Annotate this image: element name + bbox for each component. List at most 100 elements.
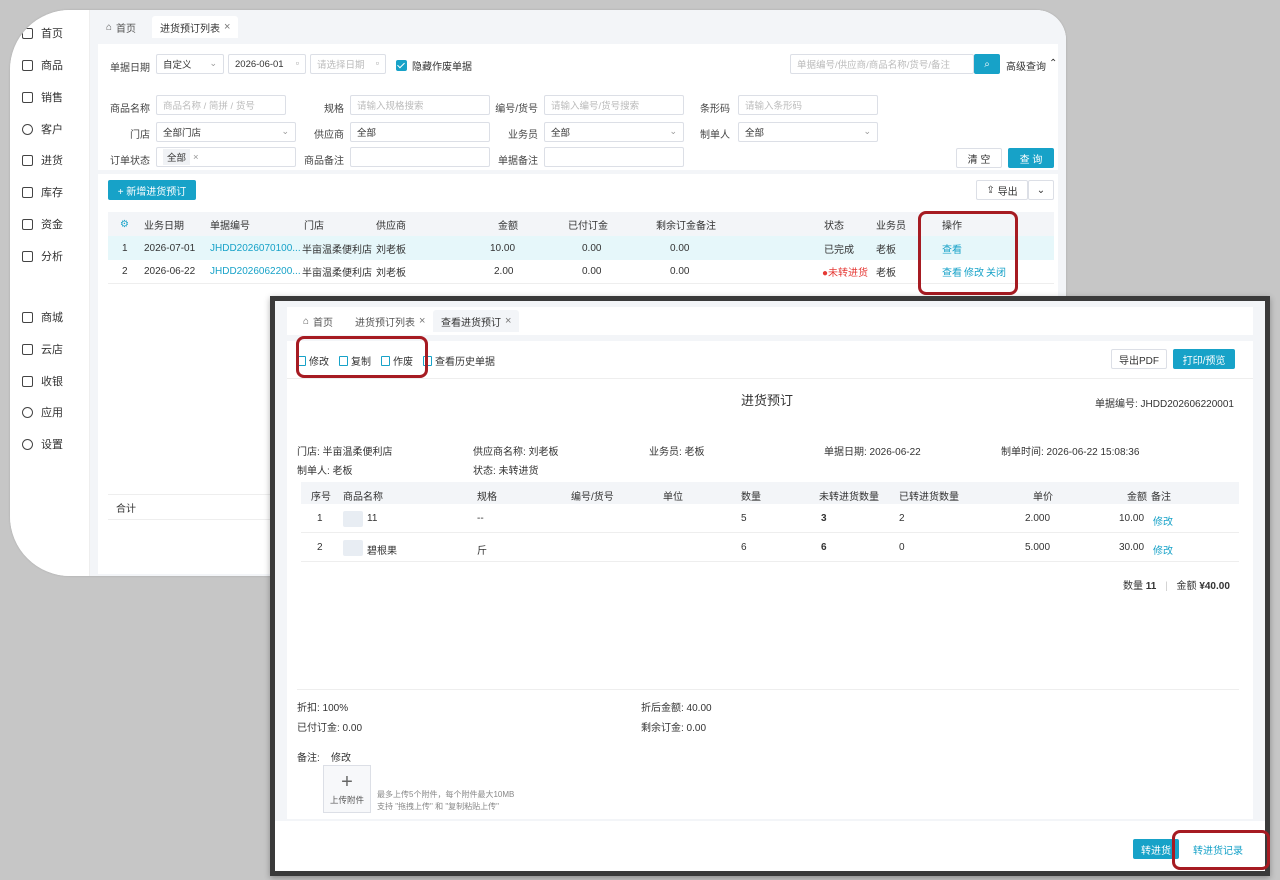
row-supplier: 刘老板 — [376, 268, 406, 279]
print-preview-button[interactable]: 打印/预览 — [1173, 349, 1235, 369]
home-icon — [22, 27, 33, 39]
tab-purchase-order-list[interactable]: 进货预订列表 × — [152, 16, 239, 38]
code-label: 编号/货号 — [495, 104, 538, 115]
sidebar-item-funds[interactable]: 资金 — [22, 215, 63, 233]
highlight-conversion-record — [1172, 830, 1270, 870]
info-supplier: 供应商名称: 刘老板 — [473, 447, 559, 458]
tab-view-purchase-order[interactable]: 查看进货预订 × — [433, 310, 520, 332]
add-purchase-order-button[interactable]: + 新增进货预订 — [108, 180, 196, 200]
row-goods-name: 碧根果 — [367, 546, 397, 557]
close-icon[interactable]: × — [419, 315, 425, 327]
maker-select[interactable]: 全部 ⌄ — [738, 122, 878, 142]
th-date: 业务日期 — [144, 220, 184, 232]
sidebar-item-analysis[interactable]: 分析 — [22, 247, 63, 265]
note-edit-link[interactable]: 修改 — [331, 749, 351, 764]
start-date-input[interactable]: 2026-06-01 ▫ — [228, 54, 306, 74]
row-untransferred: 6 — [821, 542, 827, 553]
th-note: 备注 — [1151, 492, 1171, 503]
spec-input[interactable]: 请输入规格搜索 — [350, 95, 490, 115]
search-icon: ⌕ — [984, 58, 990, 70]
advanced-query-toggle[interactable]: 高级查询 ⌃ — [1006, 58, 1057, 73]
sidebar-item-cloudstore[interactable]: 云店 — [22, 340, 63, 358]
info-salesperson: 业务员: 老板 — [649, 447, 705, 458]
summary-qty-label: 数量 — [1123, 581, 1143, 592]
cloudstore-icon — [22, 343, 33, 355]
gear-icon[interactable]: ⚙ — [120, 219, 129, 230]
row-qty: 5 — [741, 513, 747, 524]
inventory-icon — [22, 186, 33, 198]
detail-toolbar: 修改 复制 作废 查看历史单据 导出PDF 打印/预览 — [287, 341, 1253, 379]
export-pdf-button[interactable]: 导出PDF — [1111, 349, 1167, 369]
upload-label: 上传附件 — [329, 794, 364, 805]
note-label: 备注: — [297, 753, 320, 764]
maker-label: 制单人 — [700, 130, 730, 141]
export-dropdown-button[interactable]: ⌄ — [1028, 180, 1054, 200]
barcode-input[interactable]: 请输入条形码 — [738, 95, 878, 115]
calendar-icon: ▫ — [375, 58, 379, 68]
date-mode-select[interactable]: 自定义 ⌄ — [156, 54, 224, 74]
table-row[interactable]: 2 碧根果 斤 6 6 0 5.000 30.00 修改 — [301, 533, 1239, 562]
sidebar-item-purchase[interactable]: 进货 — [22, 151, 63, 169]
analysis-icon — [22, 250, 33, 262]
chevron-down-icon: ⌄ — [281, 126, 289, 136]
salesperson-select[interactable]: 全部 ⌄ — [544, 122, 684, 142]
goods-image — [343, 540, 363, 556]
summary-amount-label: 金额 — [1176, 581, 1197, 592]
discount: 折扣: 100% — [297, 703, 349, 714]
sidebar-item-apps[interactable]: 应用 — [22, 403, 63, 421]
sidebar-item-cashier[interactable]: 收银 — [22, 372, 63, 390]
row-spec: -- — [477, 513, 484, 524]
goods-note-input[interactable] — [350, 147, 490, 167]
export-button[interactable]: ⇪ 导出 — [976, 180, 1028, 200]
history-button[interactable]: 查看历史单据 — [423, 353, 495, 368]
row-code-link[interactable]: JHDD2026070100... — [210, 243, 300, 254]
row-note-edit-link[interactable]: 修改 — [1153, 513, 1173, 528]
row-transferred: 2 — [899, 513, 905, 524]
chevron-down-icon: ⌄ — [1036, 184, 1046, 196]
info-maker: 制单人: 老板 — [297, 466, 353, 477]
row-note-edit-link[interactable]: 修改 — [1153, 542, 1173, 557]
sidebar-item-home[interactable]: 首页 — [22, 24, 63, 42]
goods-name-label: 商品名称 — [110, 104, 150, 115]
order-status-select[interactable]: 全部 × — [156, 147, 296, 167]
code-input[interactable]: 请输入编号/货号搜索 — [544, 95, 684, 115]
search-input[interactable]: 单据编号/供应商/商品名称/货号/备注 — [790, 54, 974, 74]
goods-icon — [22, 59, 33, 71]
sidebar-item-mall[interactable]: 商城 — [22, 308, 63, 326]
row-remain: 0.00 — [670, 266, 690, 277]
sidebar-item-sales[interactable]: 销售 — [22, 88, 63, 106]
row-salesperson: 老板 — [876, 244, 896, 256]
tab-home[interactable]: ⌂ 首页 — [98, 16, 144, 38]
hide-void-checkbox[interactable]: 隐藏作废单据 — [396, 58, 472, 73]
tab-purchase-order-list[interactable]: 进货预订列表 × — [347, 310, 433, 332]
search-button[interactable]: ⌕ — [974, 54, 1000, 74]
sidebar-item-customer[interactable]: 客户 — [22, 120, 63, 138]
goods-name-input[interactable]: 商品名称 / 简拼 / 货号 — [156, 95, 286, 115]
purchase-icon — [22, 154, 33, 166]
end-date-input[interactable]: 请选择日期 ▫ — [310, 54, 386, 74]
supplier-label: 供应商 — [314, 130, 344, 141]
bill-note-input[interactable] — [544, 147, 684, 167]
supplier-select[interactable]: 全部 — [350, 122, 490, 142]
th-no: 序号 — [311, 492, 331, 503]
close-icon[interactable]: × — [224, 21, 230, 33]
tab-home[interactable]: ⌂ 首页 — [295, 310, 341, 332]
goods-image — [343, 511, 363, 527]
table-row[interactable]: 1 11 -- 5 3 2 2.000 10.00 修改 — [301, 504, 1239, 533]
chevron-down-icon: ⌄ — [863, 126, 871, 136]
query-button[interactable]: 查 询 — [1008, 148, 1054, 168]
store-label: 门店 — [130, 130, 150, 141]
clear-button[interactable]: 清 空 — [956, 148, 1002, 168]
sidebar-item-inventory[interactable]: 库存 — [22, 183, 63, 201]
upload-attachment-button[interactable]: + 上传附件 — [323, 765, 371, 813]
th-status: 状态 — [824, 220, 844, 232]
store-select[interactable]: 全部门店 ⌄ — [156, 122, 296, 142]
row-code-link[interactable]: JHDD2026062200... — [210, 266, 300, 277]
sidebar-item-settings[interactable]: 设置 — [22, 435, 63, 453]
close-icon[interactable]: × — [505, 315, 511, 327]
sidebar-item-goods[interactable]: 商品 — [22, 56, 63, 74]
table-row[interactable]: 2 2026-06-22 JHDD2026062200... 半亩温柔便利店 刘… — [108, 260, 1054, 284]
table-row[interactable]: 1 2026-07-01 JHDD2026070100... 半亩温柔便利店 刘… — [108, 236, 1054, 260]
barcode-label: 条形码 — [700, 104, 730, 115]
close-icon: × — [193, 151, 199, 163]
